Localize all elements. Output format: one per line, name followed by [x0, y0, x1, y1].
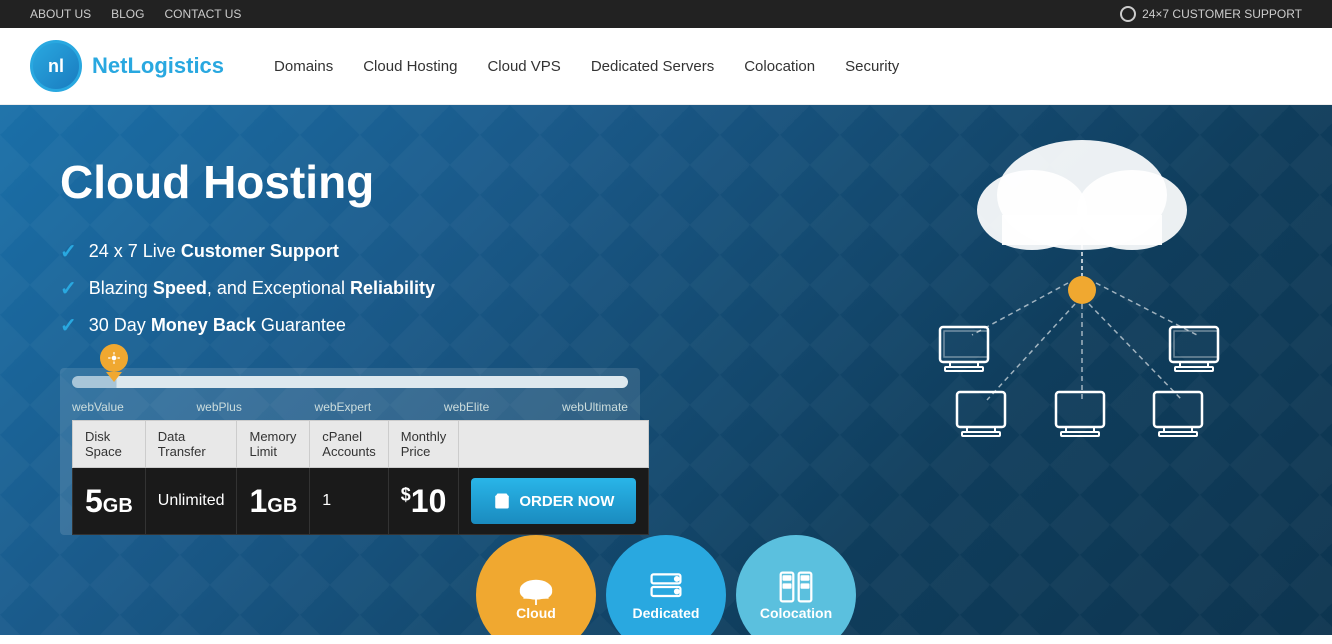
feature-money-back: ✓ 30 Day Money Back Guarantee: [60, 313, 640, 338]
nav-security[interactable]: Security: [845, 58, 899, 75]
check-icon-3: ✓: [60, 313, 77, 338]
hero-content: Cloud Hosting ✓ 24 x 7 Live Customer Sup…: [60, 155, 640, 535]
about-us-link[interactable]: ABOUT US: [30, 7, 91, 21]
tier-webexpert: webExpert: [315, 400, 372, 414]
memory-value: 1: [249, 483, 267, 519]
disk-space-unit: GB: [103, 495, 133, 517]
nav-cloud-hosting[interactable]: Cloud Hosting: [363, 58, 457, 75]
col-disk-space: Disk Space: [73, 421, 146, 468]
slider-pin: [100, 344, 130, 380]
tier-webultimate: webUltimate: [562, 400, 628, 414]
server-icon: [648, 569, 684, 605]
slider-track-wrapper: [72, 376, 628, 396]
table-header-row: Disk Space Data Transfer Memory Limit cP…: [73, 421, 649, 468]
cloud-icon: [518, 569, 554, 605]
hero-title: Cloud Hosting: [60, 155, 640, 209]
pricing-area: webValue webPlus webExpert webElite webU…: [60, 368, 640, 535]
disk-space-cell: 5GB: [73, 468, 146, 535]
circle-dedicated[interactable]: Dedicated: [606, 535, 726, 635]
order-button-label: ORDER NOW: [519, 493, 614, 510]
top-bar: ABOUT US BLOG CONTACT US 24×7 CUSTOMER S…: [0, 0, 1332, 28]
circle-colocation[interactable]: Colocation: [736, 535, 856, 635]
circle-cloud[interactable]: Cloud: [476, 535, 596, 635]
memory-cell: 1GB: [237, 468, 310, 535]
feature-support: ✓ 24 x 7 Live Customer Support: [60, 239, 640, 264]
tier-labels: webValue webPlus webExpert webElite webU…: [72, 396, 628, 418]
memory-unit: GB: [267, 495, 297, 517]
col-data-transfer: Data Transfer: [145, 421, 237, 468]
header: nl NetLogistics Domains Cloud Hosting Cl…: [0, 28, 1332, 105]
price-value: 10: [411, 483, 447, 519]
col-cpanel: cPanel Accounts: [310, 421, 388, 468]
support-info: 24×7 CUSTOMER SUPPORT: [1120, 6, 1302, 22]
contact-link[interactable]: CONTACT US: [164, 7, 241, 21]
col-price: Monthly Price: [388, 421, 459, 468]
logo-text: NetLogistics: [92, 53, 224, 79]
support-text: 24×7 CUSTOMER SUPPORT: [1142, 7, 1302, 21]
col-order: [459, 421, 649, 468]
cart-icon: [493, 492, 511, 510]
price-symbol: $: [401, 484, 411, 504]
nav-cloud-vps[interactable]: Cloud VPS: [487, 58, 560, 75]
col-memory: Memory Limit: [237, 421, 310, 468]
pin-tail: [106, 372, 122, 382]
tier-webelite: webElite: [444, 400, 489, 414]
top-bar-links: ABOUT US BLOG CONTACT US: [30, 7, 241, 21]
cpanel-cell: 1: [310, 468, 388, 535]
nav-colocation[interactable]: Colocation: [744, 58, 815, 75]
nav-domains[interactable]: Domains: [274, 58, 333, 75]
logo-initials: nl: [48, 56, 64, 77]
colocation-icon: [778, 569, 814, 605]
plan-slider[interactable]: [72, 376, 628, 388]
nav-dedicated-servers[interactable]: Dedicated Servers: [591, 58, 714, 75]
blog-link[interactable]: BLOG: [111, 7, 144, 21]
main-nav: Domains Cloud Hosting Cloud VPS Dedicate…: [274, 58, 899, 75]
tier-webplus: webPlus: [197, 400, 242, 414]
circle-cloud-label: Cloud: [516, 605, 556, 621]
cloud-illustration: [892, 135, 1272, 455]
data-transfer-cell: Unlimited: [145, 468, 237, 535]
circle-colocation-label: Colocation: [760, 605, 832, 621]
circle-dedicated-label: Dedicated: [633, 605, 700, 621]
logo[interactable]: nl NetLogistics: [30, 40, 224, 92]
logo-circle: nl: [30, 40, 82, 92]
check-icon-1: ✓: [60, 239, 77, 264]
bottom-circles: Cloud Dedicated Colocation: [476, 515, 856, 635]
check-icon-2: ✓: [60, 276, 77, 301]
slider-container: webValue webPlus webExpert webElite webU…: [60, 368, 640, 535]
logo-name-regular: Net: [92, 53, 127, 78]
feature-speed: ✓ Blazing Speed, and Exceptional Reliabi…: [60, 276, 640, 301]
pin-circle: [100, 344, 128, 372]
price-cell: $10: [388, 468, 459, 535]
tier-webvalue: webValue: [72, 400, 124, 414]
hero-section: Cloud Hosting ✓ 24 x 7 Live Customer Sup…: [0, 105, 1332, 635]
features-list: ✓ 24 x 7 Live Customer Support ✓ Blazing…: [60, 239, 640, 338]
logo-name-bold: Logistics: [127, 53, 224, 78]
globe-icon: [1120, 6, 1136, 22]
disk-space-value: 5: [85, 483, 103, 519]
